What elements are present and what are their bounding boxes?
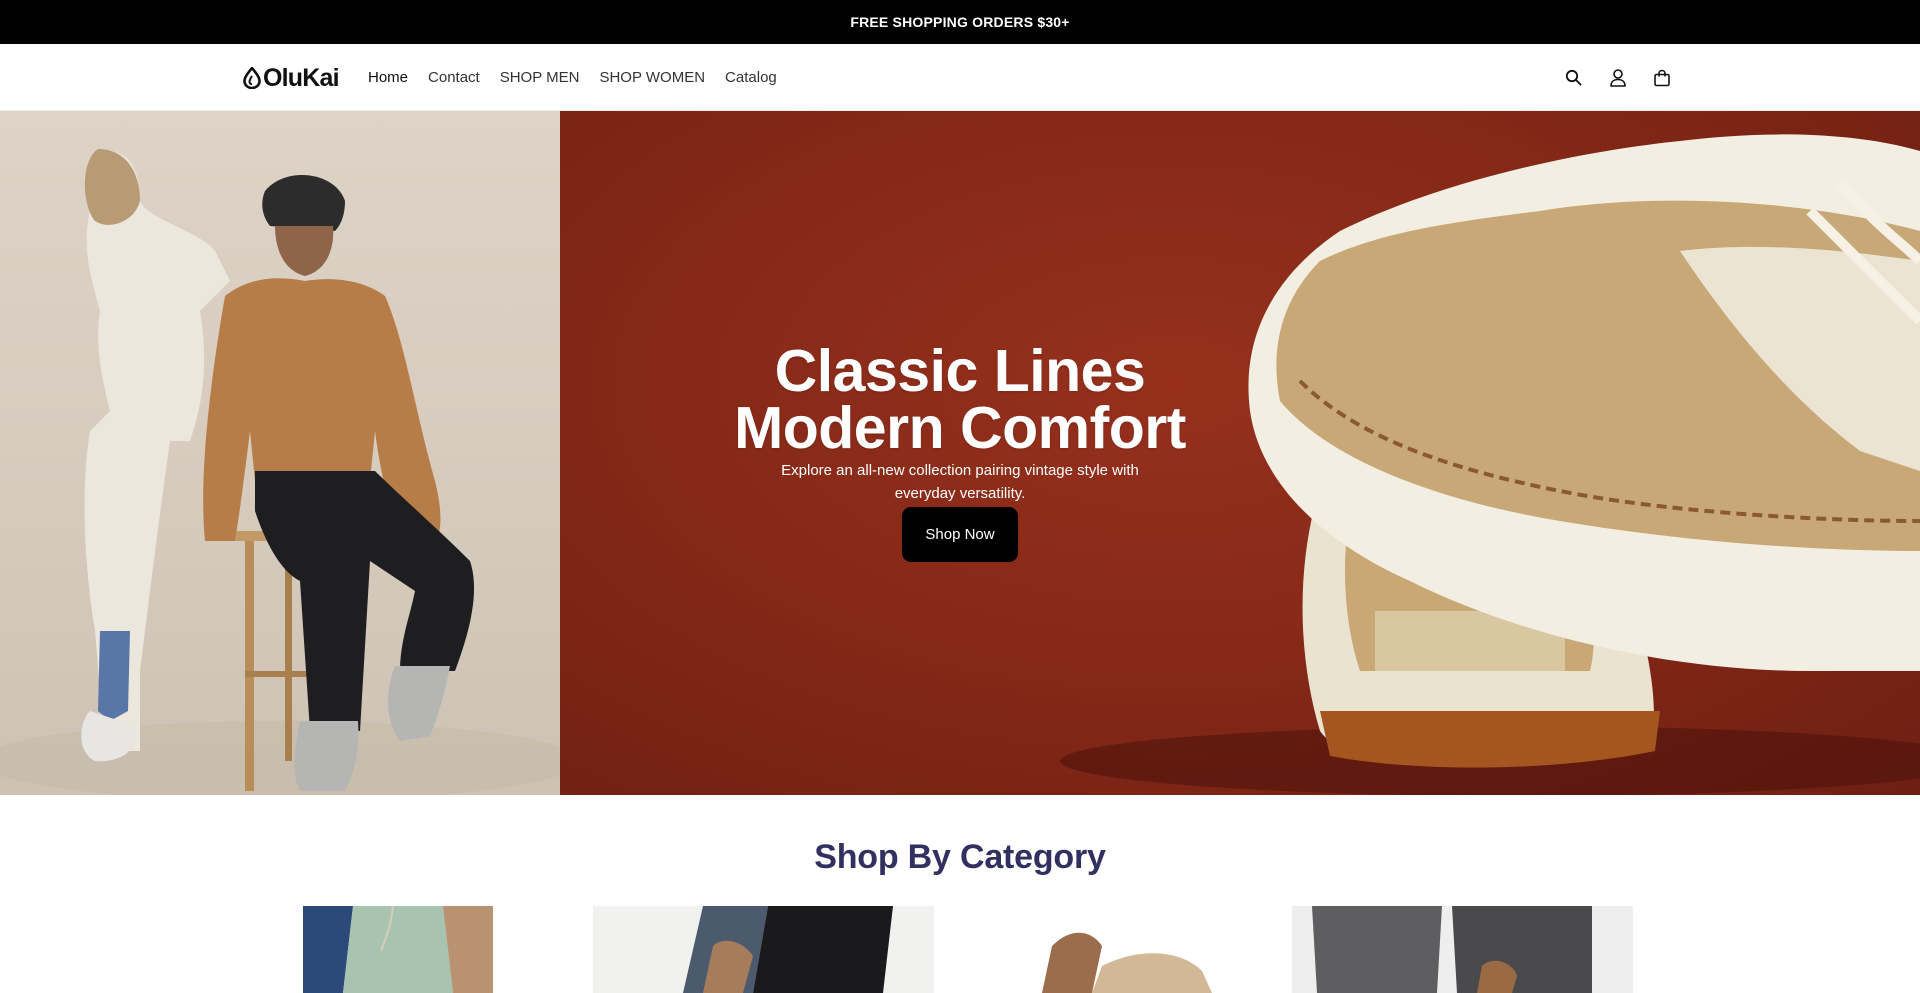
hero-banner: Classic Lines Modern Comfort Explore an …	[0, 111, 1920, 795]
hero-subtitle: Explore an all-new collection pairing vi…	[781, 462, 1139, 502]
nav-contact[interactable]: Contact	[418, 44, 490, 111]
announcement-bar: FREE SHOPPING ORDERS $30+	[0, 0, 1920, 44]
hero-title: Classic Lines Modern Comfort	[660, 342, 1260, 458]
search-icon[interactable]	[1563, 67, 1584, 88]
logo-drop-icon	[243, 67, 261, 89]
nav-home[interactable]: Home	[368, 44, 418, 111]
shop-now-button[interactable]: Shop Now	[902, 507, 1018, 562]
man-figure	[203, 174, 475, 791]
category-card-denim[interactable]	[592, 906, 934, 993]
category-grid	[243, 906, 1633, 993]
hero-models-image	[0, 111, 560, 795]
category-card-joggers[interactable]	[1291, 906, 1633, 993]
main-nav: Home Contact SHOP MEN SHOP WOMEN Catalog	[368, 44, 787, 111]
category-card-shorts[interactable]	[243, 906, 585, 993]
hero-content: Classic Lines Modern Comfort Explore an …	[660, 342, 1260, 562]
nav-catalog[interactable]: Catalog	[715, 44, 787, 111]
logo-text: OluKai	[263, 63, 340, 92]
site-header: OluKai Home Contact SHOP MEN SHOP WOMEN …	[0, 44, 1920, 111]
cart-icon[interactable]	[1651, 67, 1672, 88]
logo-link[interactable]: OluKai	[243, 63, 340, 92]
shop-by-category-heading: Shop By Category	[814, 838, 1106, 876]
account-icon[interactable]	[1607, 67, 1628, 88]
announcement-text: FREE SHOPPING ORDERS $30+	[850, 14, 1070, 30]
nav-shop-women[interactable]: SHOP WOMEN	[589, 44, 715, 111]
nav-shop-men[interactable]: SHOP MEN	[490, 44, 590, 111]
category-card-chinos[interactable]	[942, 906, 1284, 993]
hero-title-line-2: Modern Comfort	[734, 395, 1186, 461]
header-icons	[1563, 44, 1672, 111]
